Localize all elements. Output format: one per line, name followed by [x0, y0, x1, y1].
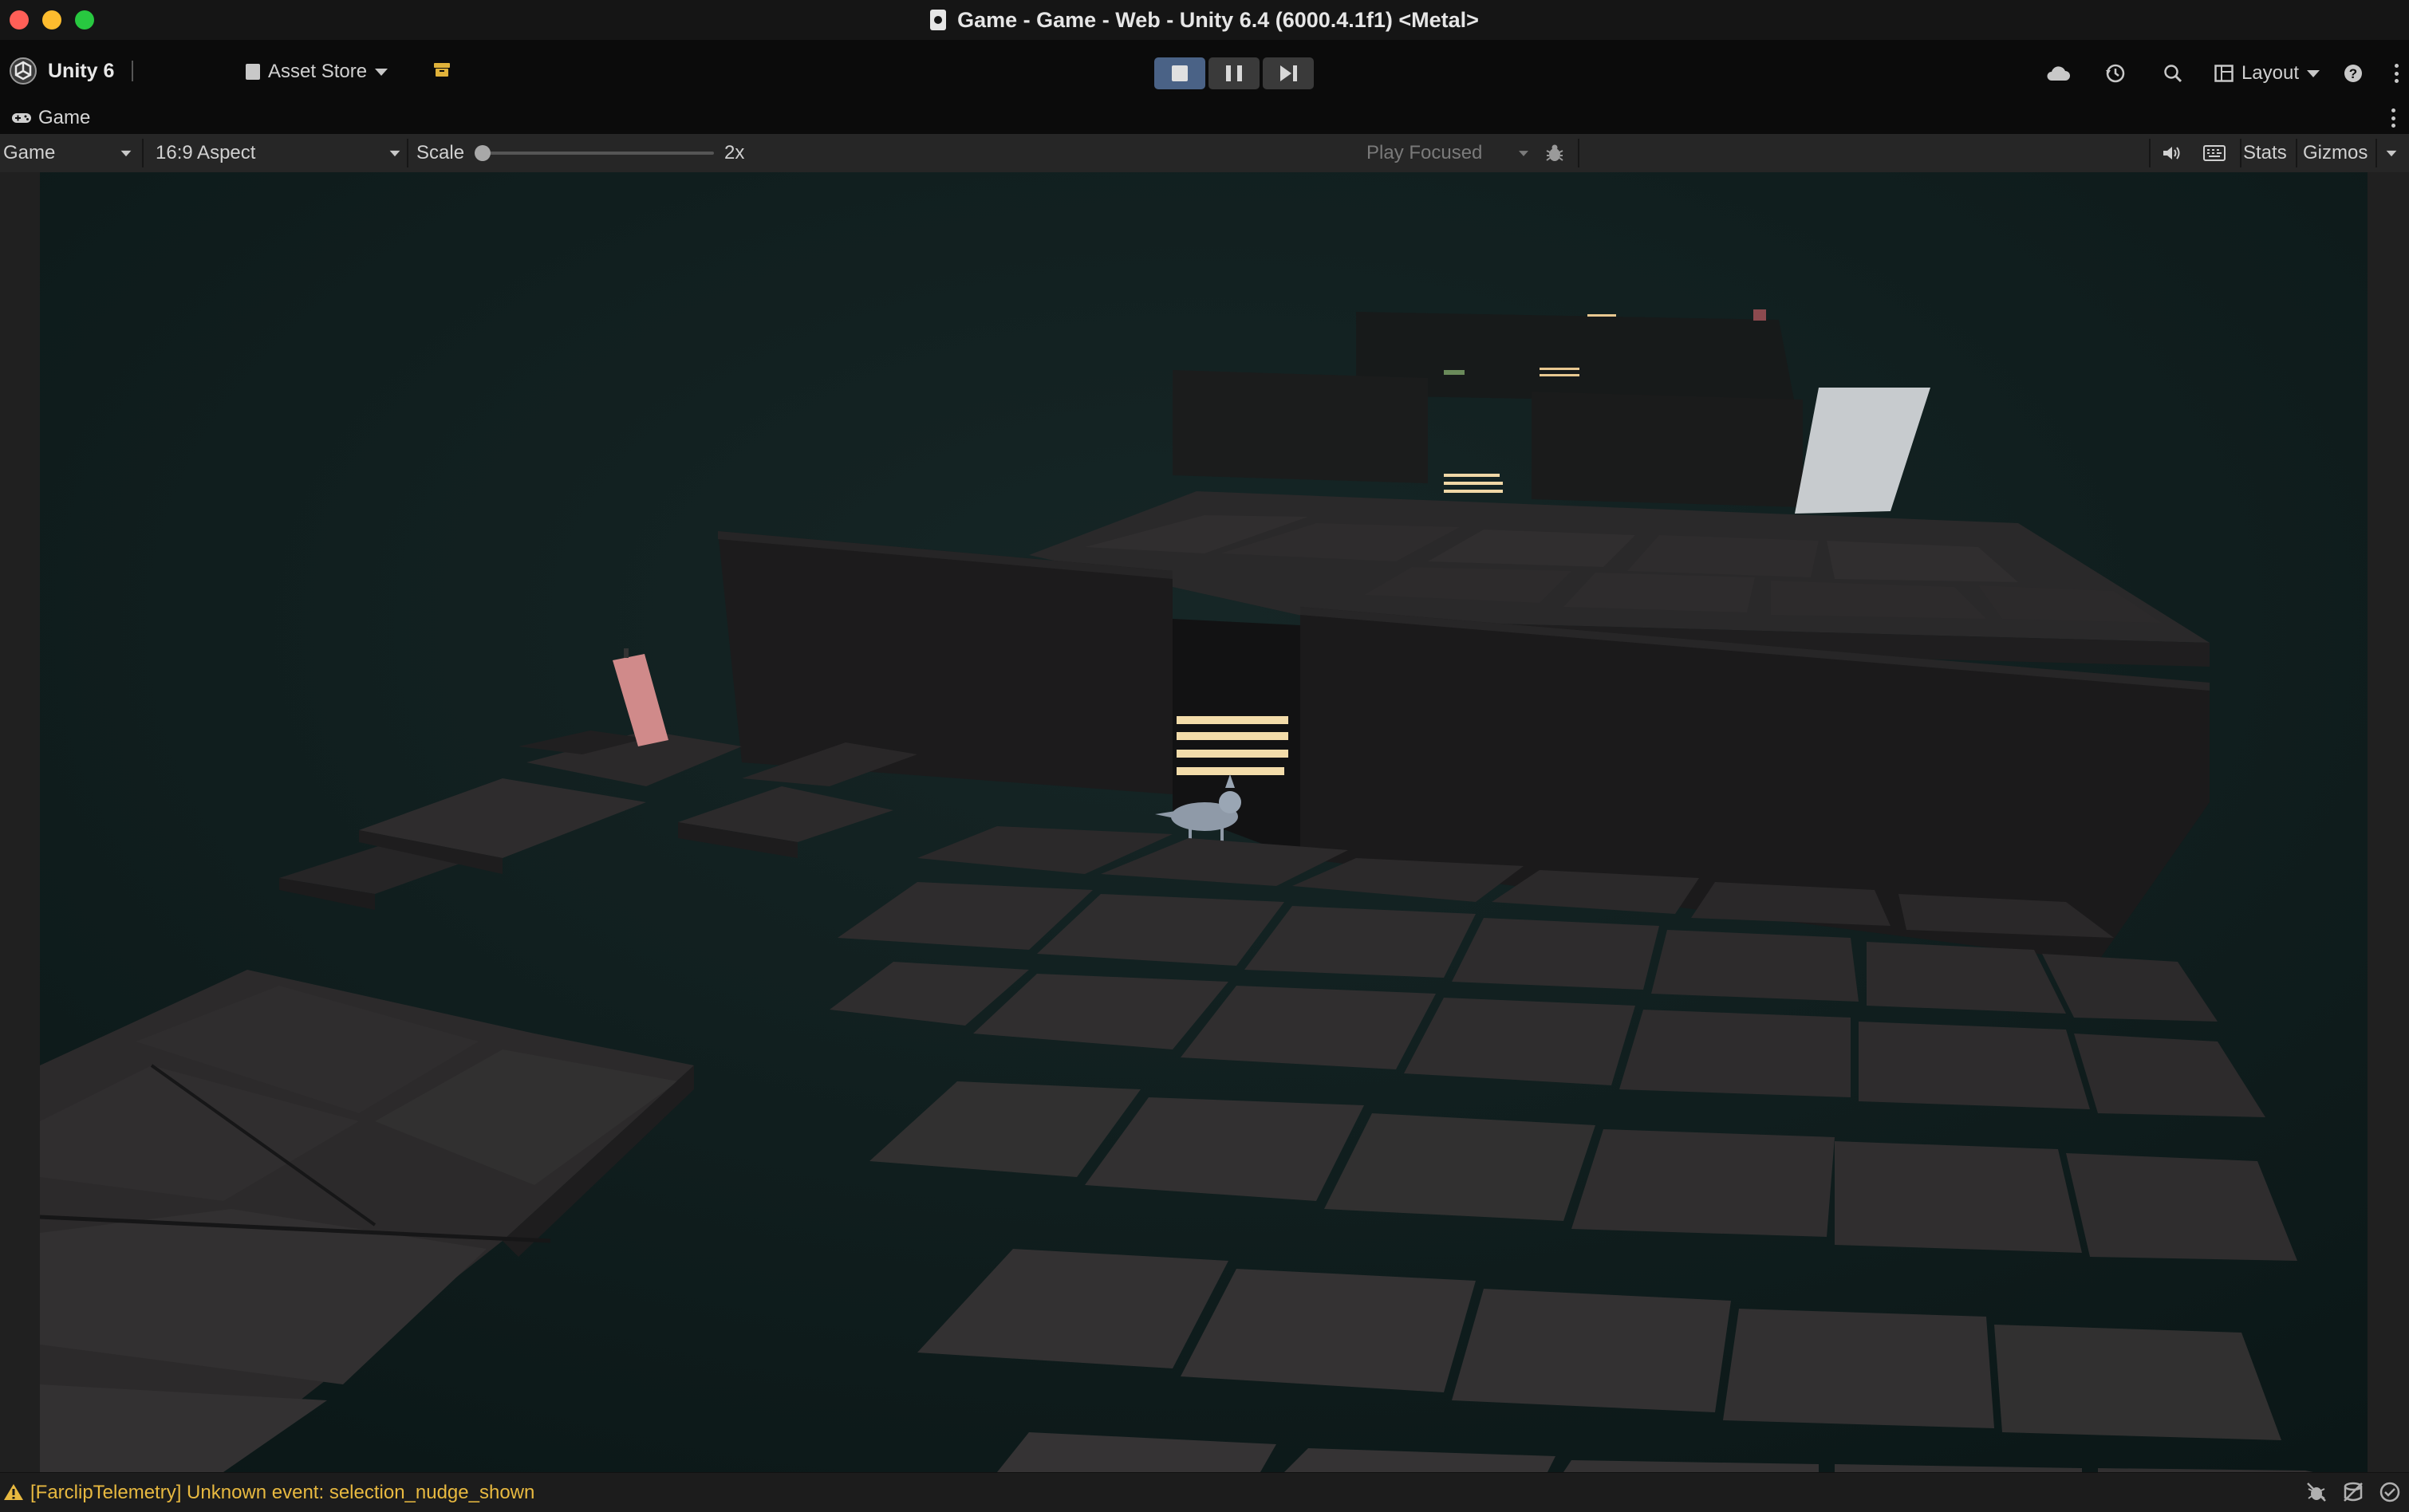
window-titlebar: Game - Game - Web - Unity 6.4 (6000.4.1f…: [0, 0, 2409, 40]
window-title: Game - Game - Web - Unity 6.4 (6000.4.1f…: [957, 7, 1479, 32]
gizmos-button[interactable]: Gizmos: [2303, 134, 2368, 172]
debug-mode-icon[interactable]: [2305, 1481, 2328, 1503]
tab-game[interactable]: Game: [11, 107, 90, 129]
main-toolbar: Unity 6 Asset Store Layout ?: [0, 40, 2409, 102]
account-label: Unity 6: [48, 59, 115, 82]
toolbar-right-group: Layout ?: [2042, 57, 2409, 89]
audio-icon: [2163, 147, 2180, 159]
scale-value: 2x: [724, 142, 745, 163]
cache-server-icon[interactable]: [2342, 1481, 2364, 1503]
warning-icon: [4, 1484, 23, 1500]
tab-game-label: Game: [38, 107, 91, 128]
progress-check-icon[interactable]: [2379, 1481, 2401, 1503]
play-mode-label: Play Focused: [1366, 142, 1483, 163]
toolbar-divider: [2240, 139, 2241, 167]
zoom-window-button[interactable]: [75, 10, 94, 30]
more-vert-icon: [2395, 64, 2399, 83]
stats-label: Stats: [2243, 142, 2287, 163]
pause-button[interactable]: [1208, 57, 1260, 89]
bug-icon: [1546, 144, 1563, 161]
toolbar-divider: [132, 61, 134, 81]
mute-audio-button[interactable]: [2162, 134, 2182, 172]
asset-store-dropdown[interactable]: Asset Store: [246, 61, 388, 83]
toolbar-divider: [2375, 139, 2377, 167]
scale-slider-handle[interactable]: [475, 145, 491, 161]
package-manager-icon[interactable]: [432, 60, 451, 79]
stop-icon: [1172, 65, 1188, 81]
step-button[interactable]: [1263, 57, 1314, 89]
window-title-group: Game - Game - Web - Unity 6.4 (6000.4.1f…: [930, 8, 1479, 33]
search-button[interactable]: [2157, 57, 2189, 89]
gamepad-icon: [12, 113, 31, 123]
unity-logo-icon: [10, 57, 37, 85]
display-dropdown[interactable]: Game: [3, 134, 137, 172]
close-window-button[interactable]: [10, 10, 29, 30]
toolbar-divider: [2296, 139, 2297, 167]
aspect-label: 16:9 Aspect: [156, 142, 256, 163]
console-last-message: [FarclipTelemetry] Unknown event: select…: [30, 1482, 535, 1503]
console-status-bar[interactable]: [FarclipTelemetry] Unknown event: select…: [0, 1472, 2409, 1512]
layout-label: Layout: [2241, 62, 2299, 84]
chevron-down-icon: [2386, 150, 2397, 156]
toolbar-divider: [407, 139, 408, 167]
help-button[interactable]: ?: [2337, 57, 2369, 89]
display-label: Game: [3, 142, 56, 163]
chevron-down-icon: [120, 150, 132, 156]
panel-tab-bar: Game: [0, 102, 2409, 134]
toolbar-divider: [142, 139, 144, 167]
toolbar-divider: [1578, 139, 1579, 167]
account-button[interactable]: Unity 6: [10, 57, 134, 85]
gizmos-label: Gizmos: [2303, 142, 2368, 163]
layout-dropdown[interactable]: Layout: [2214, 62, 2320, 85]
gizmos-dropdown[interactable]: [2385, 134, 2398, 172]
help-icon: ?: [2344, 65, 2362, 82]
frame-debugger-button[interactable]: [1544, 134, 1565, 172]
chevron-down-icon: [2307, 69, 2320, 77]
stop-button[interactable]: [1154, 57, 1205, 89]
pause-icon: [1226, 65, 1242, 81]
aspect-dropdown[interactable]: 16:9 Aspect: [156, 134, 401, 172]
cloud-icon: [2047, 66, 2070, 81]
document-icon: [930, 10, 947, 30]
play-mode-dropdown[interactable]: Play Focused: [1366, 134, 1530, 172]
search-icon: [2164, 65, 2182, 83]
bag-icon: [246, 64, 260, 80]
asset-store-label: Asset Store: [268, 61, 368, 82]
history-icon: [2105, 64, 2125, 83]
keyboard-icon: [2203, 145, 2226, 161]
game-view-panel: [0, 172, 2409, 1472]
history-button[interactable]: [2099, 57, 2131, 89]
game-scene[interactable]: [40, 172, 2368, 1472]
chevron-down-icon: [1519, 150, 1528, 156]
panel-menu-button[interactable]: [2391, 108, 2396, 128]
scale-label: Scale: [416, 142, 465, 163]
chevron-down-icon: [389, 150, 400, 156]
cloud-button[interactable]: [2042, 57, 2074, 89]
step-icon: [1279, 65, 1297, 81]
toolbar-divider: [2149, 139, 2151, 167]
chevron-down-icon: [375, 68, 388, 76]
layout-icon: [2214, 65, 2234, 82]
svg-text:?: ?: [2349, 66, 2357, 81]
window-controls: [10, 10, 94, 30]
scale-slider-track[interactable]: [483, 152, 714, 155]
status-icons: [2305, 1481, 2401, 1503]
game-viewport[interactable]: [40, 172, 2368, 1472]
more-options-button[interactable]: [2385, 57, 2409, 89]
stats-button[interactable]: Stats: [2243, 134, 2287, 172]
keyboard-shortcuts-button[interactable]: [2203, 134, 2226, 172]
playmode-controls: [1154, 57, 1314, 89]
game-view-toolbar: Game 16:9 Aspect Scale 2x Play Focused S…: [0, 134, 2409, 173]
minimize-window-button[interactable]: [42, 10, 61, 30]
